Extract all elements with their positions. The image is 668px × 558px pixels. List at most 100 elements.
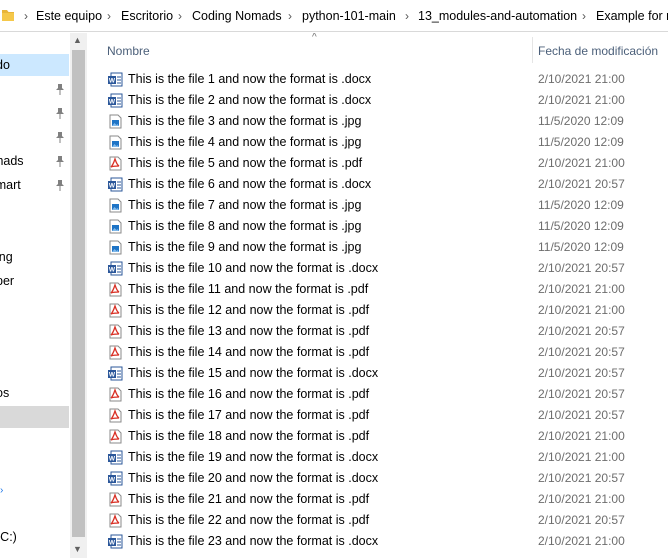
file-name[interactable]: This is the file 21 and now the format i…: [128, 492, 369, 506]
file-row[interactable]: This is the file 5 and now the format is…: [96, 153, 668, 174]
file-date-modified: 11/5/2020 12:09: [538, 135, 624, 149]
column-header-name[interactable]: Nombre: [107, 44, 150, 58]
nav-item-9[interactable]: [0, 406, 69, 428]
nav-item-0[interactable]: do: [0, 54, 69, 76]
file-date-modified: 2/10/2021 21:00: [538, 156, 625, 170]
file-row[interactable]: W This is the file 1 and now the format i…: [96, 69, 668, 90]
file-row[interactable]: W This is the file 2 and now the format i…: [96, 90, 668, 111]
address-bar[interactable]: › Este equipo › Escritorio › Coding Nomads › py…: [0, 0, 668, 32]
file-name[interactable]: This is the file 5 and now the format is…: [128, 156, 362, 170]
file-name[interactable]: This is the file 4 and now the format is…: [128, 135, 361, 149]
nav-item-label: do: [0, 58, 10, 72]
breadcrumb-este-equipo[interactable]: Este equipo: [36, 9, 102, 23]
file-row[interactable]: This is the file 21 and now the format i…: [96, 489, 668, 510]
file-row[interactable]: This is the file 22 and now the format i…: [96, 510, 668, 531]
file-row[interactable]: W This is the file 20 and now the format …: [96, 468, 668, 489]
file-row[interactable]: W This is the file 10 and now the format …: [96, 258, 668, 279]
file-name[interactable]: This is the file 14 and now the format i…: [128, 345, 369, 359]
file-date-modified: 2/10/2021 21:00: [538, 93, 625, 107]
file-name[interactable]: This is the file 1 and now the format is…: [128, 72, 371, 86]
file-name[interactable]: This is the file 16 and now the format i…: [128, 387, 369, 401]
file-name[interactable]: This is the file 22 and now the format i…: [128, 513, 369, 527]
word-document-icon: W: [108, 93, 123, 108]
file-name[interactable]: This is the file 12 and now the format i…: [128, 303, 369, 317]
file-row[interactable]: This is the file 18 and now the format i…: [96, 426, 668, 447]
jpg-image-icon: [109, 219, 122, 234]
file-name[interactable]: This is the file 13 and now the format i…: [128, 324, 369, 338]
file-name[interactable]: This is the file 7 and now the format is…: [128, 198, 361, 212]
navigation-scrollbar[interactable]: ▲ ▼: [70, 33, 87, 558]
file-name[interactable]: This is the file 8 and now the format is…: [128, 219, 361, 233]
file-row[interactable]: This is the file 16 and now the format i…: [96, 384, 668, 405]
file-row[interactable]: This is the file 9 and now the format is…: [96, 237, 668, 258]
breadcrumb-separator-icon[interactable]: ›: [24, 9, 28, 23]
file-date-modified: 11/5/2020 12:09: [538, 198, 624, 212]
file-row[interactable]: This is the file 17 and now the format i…: [96, 405, 668, 426]
file-row[interactable]: W This is the file 23 and now the format …: [96, 531, 668, 552]
nav-item-1[interactable]: [0, 78, 69, 100]
file-row[interactable]: This is the file 12 and now the format i…: [96, 300, 668, 321]
file-row[interactable]: This is the file 7 and now the format is…: [96, 195, 668, 216]
breadcrumb-separator-icon[interactable]: ›: [582, 9, 586, 23]
nav-item-5[interactable]: almart: [0, 174, 69, 196]
file-row[interactable]: This is the file 3 and now the format is…: [96, 111, 668, 132]
nav-item-6[interactable]: ing: [0, 246, 69, 268]
file-name[interactable]: This is the file 9 and now the format is…: [128, 240, 361, 254]
file-name[interactable]: This is the file 17 and now the format i…: [128, 408, 369, 422]
file-row[interactable]: W This is the file 19 and now the format …: [96, 447, 668, 468]
nav-item-2[interactable]: [0, 102, 69, 124]
file-name[interactable]: This is the file 19 and now the format i…: [128, 450, 378, 464]
pin-icon: [56, 180, 64, 191]
breadcrumb-separator-icon[interactable]: ›: [178, 9, 182, 23]
column-divider[interactable]: [532, 37, 533, 63]
nav-item-4[interactable]: omads: [0, 150, 69, 172]
file-row[interactable]: This is the file 8 and now the format is…: [96, 216, 668, 237]
breadcrumb-escritorio[interactable]: Escritorio: [121, 9, 173, 23]
breadcrumb-example-folder[interactable]: Example for re: [596, 9, 668, 23]
file-name[interactable]: This is the file 15 and now the format i…: [128, 366, 378, 380]
breadcrumb-13-modules-and-automation[interactable]: 13_modules-and-automation: [418, 9, 577, 23]
file-row[interactable]: This is the file 11 and now the format i…: [96, 279, 668, 300]
breadcrumb-separator-icon[interactable]: ›: [107, 9, 111, 23]
nav-item-10[interactable]: (C:): [0, 526, 69, 548]
nav-item-8[interactable]: os: [0, 382, 69, 404]
word-document-icon: W: [108, 261, 123, 276]
file-name[interactable]: This is the file 2 and now the format is…: [128, 93, 371, 107]
breadcrumb-python-101-main[interactable]: python-101-main: [302, 9, 396, 23]
pdf-document-icon: [109, 513, 122, 528]
column-header-date-modified[interactable]: Fecha de modificación: [538, 44, 658, 58]
file-name[interactable]: This is the file 6 and now the format is…: [128, 177, 371, 191]
file-date-modified: 2/10/2021 21:00: [538, 303, 625, 317]
breadcrumb-separator-icon[interactable]: ›: [288, 9, 292, 23]
nav-expand-arrow-icon[interactable]: ›: [0, 485, 3, 496]
nav-item-label: omads: [0, 154, 24, 168]
nav-item-7[interactable]: per: [0, 270, 69, 292]
scroll-up-arrow-icon[interactable]: ▲: [73, 35, 82, 45]
svg-text:W: W: [109, 78, 116, 85]
file-date-modified: 2/10/2021 20:57: [538, 513, 625, 527]
breadcrumb-coding-nomads[interactable]: Coding Nomads: [192, 9, 282, 23]
file-name[interactable]: This is the file 18 and now the format i…: [128, 429, 369, 443]
breadcrumb-separator-icon[interactable]: ›: [405, 9, 409, 23]
nav-item-3[interactable]: [0, 126, 69, 148]
file-name[interactable]: This is the file 11 and now the format i…: [128, 282, 368, 296]
scrollbar-thumb[interactable]: [72, 50, 85, 537]
file-name[interactable]: This is the file 20 and now the format i…: [128, 471, 378, 485]
pin-icon: [56, 84, 64, 95]
file-row[interactable]: This is the file 13 and now the format i…: [96, 321, 668, 342]
file-row[interactable]: This is the file 4 and now the format is…: [96, 132, 668, 153]
word-document-icon: W: [108, 72, 123, 87]
file-name[interactable]: This is the file 10 and now the format i…: [128, 261, 378, 275]
file-row[interactable]: W This is the file 15 and now the format …: [96, 363, 668, 384]
scroll-down-arrow-icon[interactable]: ▼: [73, 544, 82, 554]
file-row[interactable]: This is the file 14 and now the format i…: [96, 342, 668, 363]
svg-text:W: W: [109, 477, 116, 484]
file-date-modified: 2/10/2021 21:00: [538, 492, 625, 506]
svg-text:W: W: [109, 267, 116, 274]
file-name[interactable]: This is the file 3 and now the format is…: [128, 114, 361, 128]
file-date-modified: 2/10/2021 20:57: [538, 471, 625, 485]
file-name[interactable]: This is the file 23 and now the format i…: [128, 534, 378, 548]
word-document-icon: W: [108, 366, 123, 381]
svg-text:W: W: [109, 456, 116, 463]
file-row[interactable]: W This is the file 6 and now the format i…: [96, 174, 668, 195]
